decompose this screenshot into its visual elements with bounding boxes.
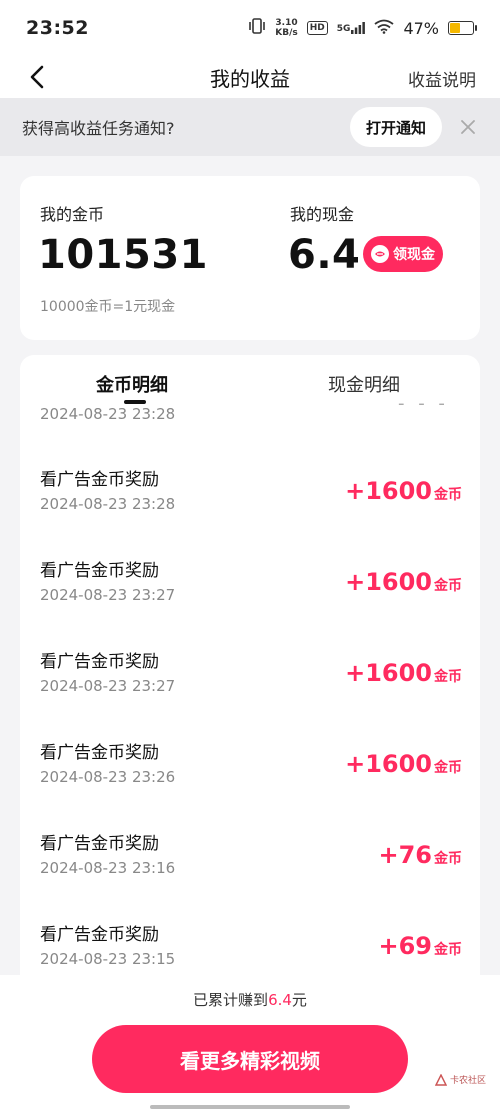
list-item-amount-partial: - - - bbox=[398, 393, 449, 414]
back-button[interactable] bbox=[20, 60, 54, 94]
list-item: 看广告金币奖励 2024-08-23 23:26 +1600 金币 bbox=[20, 738, 480, 829]
notification-text: 获得高收益任务通知? bbox=[22, 119, 175, 138]
amount-value: +1600 bbox=[345, 477, 432, 505]
list-item-title: 看广告金币奖励 bbox=[40, 743, 159, 763]
watermark-text: 卡农社区 bbox=[449, 1076, 486, 1086]
list-item-amount: +69 金币 bbox=[378, 932, 462, 960]
balance-card: 我的金币 我的现金 101531 6.4 领现金 10000金币=1元现金 bbox=[20, 176, 480, 340]
amount-unit: 金币 bbox=[434, 669, 462, 685]
list-item: 看广告金币奖励 2024-08-23 23:28 +1600 金币 bbox=[20, 465, 480, 556]
notification-banner: 获得高收益任务通知? 打开通知 bbox=[0, 98, 500, 156]
list-item-amount: +1600 金币 bbox=[345, 568, 462, 596]
amount-value: +1600 bbox=[345, 750, 432, 778]
coin-balance-label: 我的金币 bbox=[40, 205, 105, 224]
list-item-time: 2024-08-23 23:15 bbox=[40, 950, 176, 968]
list-item-partial: 2024-08-23 23:28 - - - bbox=[20, 393, 480, 435]
list-item-time: 2024-08-23 23:28 bbox=[40, 495, 176, 513]
page-title: 我的收益 bbox=[210, 66, 290, 91]
total-earned-amount: 6.4 bbox=[268, 991, 292, 1009]
amount-value: +76 bbox=[378, 841, 432, 869]
list-item-title: 看广告金币奖励 bbox=[40, 834, 159, 854]
amount-unit: 金币 bbox=[434, 578, 462, 594]
app-header: 我的收益 收益说明 bbox=[0, 56, 500, 98]
list-item-amount: +1600 金币 bbox=[345, 750, 462, 778]
cash-balance-label: 我的现金 bbox=[290, 205, 355, 224]
battery-percent: 47% bbox=[403, 18, 439, 38]
list-item-title: 看广告金币奖励 bbox=[40, 561, 159, 581]
network-speed-value: 3.10 bbox=[275, 18, 298, 28]
status-bar: 23:52 3.10 KB/s HD 5G 47% bbox=[0, 0, 500, 56]
list-item-title: 看广告金币奖励 bbox=[40, 470, 159, 490]
list-item: 看广告金币奖励 2024-08-23 23:27 +1600 金币 bbox=[20, 647, 480, 738]
wallet-icon bbox=[371, 245, 389, 263]
list-item-amount: +76 金币 bbox=[378, 841, 462, 869]
list-item-title: 看广告金币奖励 bbox=[40, 652, 159, 672]
cash-balance-value: 6.4 bbox=[288, 232, 361, 278]
active-tab-indicator bbox=[124, 400, 146, 404]
battery-level bbox=[450, 23, 461, 33]
total-earned: 已累计赚到6.4元 bbox=[0, 989, 500, 1010]
list-item-amount: +1600 金币 bbox=[345, 659, 462, 687]
list-item-time: 2024-08-23 23:28 bbox=[40, 405, 176, 423]
bottom-bar: 已累计赚到6.4元 看更多精彩视频 卡农社区 bbox=[0, 975, 500, 1111]
claim-cash-button[interactable]: 领现金 bbox=[363, 236, 443, 272]
earnings-info-link[interactable]: 收益说明 bbox=[408, 66, 476, 91]
network-speed: 3.10 KB/s bbox=[275, 18, 297, 38]
total-earned-suffix: 元 bbox=[291, 991, 307, 1009]
enable-notification-button[interactable]: 打开通知 bbox=[349, 107, 442, 147]
network-type: 5G bbox=[336, 24, 351, 34]
amount-value: +1600 bbox=[345, 568, 432, 596]
total-earned-prefix: 已累计赚到 bbox=[193, 991, 269, 1009]
amount-value: +1600 bbox=[345, 659, 432, 687]
amount-unit: 金币 bbox=[434, 487, 462, 503]
tab-cash-details[interactable]: 现金明细 bbox=[328, 371, 400, 397]
tab-coin-details[interactable]: 金币明细 bbox=[96, 371, 168, 397]
list-item-time: 2024-08-23 23:27 bbox=[40, 586, 176, 604]
close-icon bbox=[461, 120, 475, 134]
list-item-amount: +1600 金币 bbox=[345, 477, 462, 505]
close-banner-button[interactable] bbox=[458, 117, 478, 137]
list-item: 看广告金币奖励 2024-08-23 23:15 +69 金币 bbox=[20, 920, 480, 975]
watch-more-videos-button[interactable]: 看更多精彩视频 bbox=[92, 1025, 408, 1093]
wifi-icon bbox=[374, 19, 394, 38]
list-item-time: 2024-08-23 23:26 bbox=[40, 768, 176, 786]
home-indicator[interactable] bbox=[150, 1105, 350, 1109]
battery-icon bbox=[448, 21, 477, 35]
exchange-rate-text: 10000金币=1元现金 bbox=[40, 299, 176, 315]
network-speed-unit: KB/s bbox=[275, 28, 298, 38]
amount-unit: 金币 bbox=[434, 942, 462, 958]
watermark: 卡农社区 bbox=[434, 1073, 486, 1086]
amount-value: +69 bbox=[378, 932, 432, 960]
claim-cash-label: 领现金 bbox=[393, 247, 435, 263]
list-item: 看广告金币奖励 2024-08-23 23:16 +76 金币 bbox=[20, 829, 480, 920]
chevron-left-icon bbox=[30, 65, 44, 89]
status-icons: 3.10 KB/s HD 5G 47% bbox=[248, 18, 477, 38]
amount-unit: 金币 bbox=[434, 851, 462, 867]
list-item-time: 2024-08-23 23:16 bbox=[40, 859, 176, 877]
list-item-title: 看广告金币奖励 bbox=[40, 925, 159, 945]
hd-badge: HD bbox=[306, 21, 328, 35]
list-item-time: 2024-08-23 23:27 bbox=[40, 677, 176, 695]
list-item: 看广告金币奖励 2024-08-23 23:27 +1600 金币 bbox=[20, 556, 480, 647]
signal-icon: 5G bbox=[337, 22, 366, 34]
coin-balance-value: 101531 bbox=[38, 232, 208, 278]
watermark-logo-icon bbox=[434, 1073, 447, 1086]
amount-unit: 金币 bbox=[434, 760, 462, 776]
status-time: 23:52 bbox=[26, 17, 89, 39]
vibrate-icon bbox=[248, 18, 266, 38]
details-panel: 金币明细 现金明细 2024-08-23 23:28 - - - 看广告金币奖励… bbox=[20, 355, 480, 975]
